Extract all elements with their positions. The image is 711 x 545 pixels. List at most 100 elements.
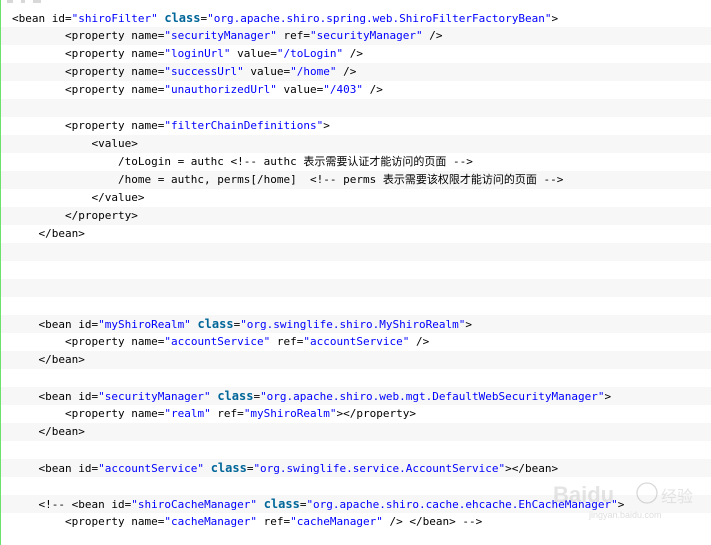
code-line: <property name="loginUrl" value="/toLogi… bbox=[1, 45, 711, 63]
code-string: "accountService" bbox=[98, 462, 205, 475]
code-keyword: class bbox=[210, 461, 247, 475]
code-text: ref= bbox=[270, 335, 304, 348]
baidu-jingyan-watermark: Baidu 经验 jingyan.baidu.com bbox=[553, 482, 693, 520]
code-text: <property name= bbox=[12, 83, 165, 96]
code-keyword: class bbox=[197, 317, 234, 331]
code-string: "org.apache.shiro.spring.web.ShiroFilter… bbox=[207, 12, 552, 25]
code-text: ref= bbox=[276, 29, 311, 42]
code-text: > bbox=[551, 12, 559, 25]
code-comment-text: 表示需要认证才能访问的页面 bbox=[303, 155, 447, 168]
code-string: "realm" bbox=[164, 407, 211, 420]
code-line: /home = authc, perms[/home] <!-- perms 表… bbox=[1, 171, 711, 189]
code-text: > bbox=[604, 390, 612, 403]
code-line: <property name="successUrl" value="/home… bbox=[1, 63, 711, 81]
code-string: "accountService" bbox=[164, 335, 271, 348]
code-string: "shiroCacheManager" bbox=[131, 498, 258, 511]
code-keyword: class bbox=[217, 389, 254, 403]
watermark-subtext: jingyan.baidu.com bbox=[588, 510, 662, 520]
code-text: /toLogin = authc <!-- authc bbox=[12, 155, 304, 168]
code-text: <value> bbox=[12, 137, 138, 150]
code-text: value= bbox=[230, 47, 277, 60]
code-text: /home = authc, perms[/home] <!-- perms bbox=[12, 173, 383, 186]
code-line: </value> bbox=[1, 189, 711, 207]
code-string: "filterChainDefinitions" bbox=[164, 119, 324, 132]
code-string: "/home" bbox=[290, 65, 337, 78]
code-text: /> bbox=[336, 65, 357, 78]
code-string: "cacheManager" bbox=[164, 515, 258, 528]
code-text: ref= bbox=[257, 515, 291, 528]
code-line bbox=[1, 243, 711, 261]
code-string: "securityManager" bbox=[310, 29, 423, 42]
watermark-baidu-text: Baidu bbox=[553, 482, 614, 507]
code-text: </bean> bbox=[12, 353, 85, 366]
code-text: <property name= bbox=[12, 65, 165, 78]
code-text: </bean> bbox=[12, 425, 85, 438]
code-line: <value> bbox=[1, 135, 711, 153]
code-text: value= bbox=[243, 65, 291, 78]
code-line: <property name="unauthorizedUrl" value="… bbox=[1, 81, 711, 99]
code-keyword: class bbox=[263, 497, 300, 511]
code-text: <bean id= bbox=[12, 390, 99, 403]
code-text: <bean id= bbox=[12, 318, 99, 331]
top-scroll-hint bbox=[1, 0, 711, 4]
code-text: /> bbox=[343, 47, 364, 60]
code-line: <property name="accountService" ref="acc… bbox=[1, 333, 711, 351]
code-text: /> </bean> --> bbox=[382, 515, 483, 528]
code-comment-text: 表示需要该权限才能访问的页面 bbox=[382, 173, 537, 186]
code-line: </property> bbox=[1, 207, 711, 225]
code-line: <bean id="myShiroRealm" class="org.swing… bbox=[1, 315, 711, 333]
code-line: </bean> bbox=[1, 423, 711, 441]
code-string: "myShiroRealm" bbox=[243, 407, 337, 420]
code-text: <!-- <bean id= bbox=[12, 498, 132, 511]
code-string: "myShiroRealm" bbox=[98, 318, 191, 331]
code-text: <property name= bbox=[12, 47, 165, 60]
code-text: </bean> bbox=[12, 227, 85, 240]
code-text: > bbox=[465, 318, 472, 331]
code-line bbox=[1, 99, 711, 117]
code-string: "loginUrl" bbox=[164, 47, 231, 60]
code-text: <bean id= bbox=[12, 12, 72, 25]
code-text: </value> bbox=[12, 191, 145, 204]
code-text: /> bbox=[409, 335, 430, 348]
code-line: <property name="filterChainDefinitions"> bbox=[1, 117, 711, 135]
code-string: "unauthorizedUrl" bbox=[164, 83, 277, 96]
svg-text:经验: 经验 bbox=[661, 487, 693, 506]
code-line: </bean> bbox=[1, 225, 711, 243]
code-line: </bean> bbox=[1, 351, 711, 369]
code-text: <property name= bbox=[12, 335, 165, 348]
code-text: --> bbox=[536, 173, 564, 186]
code-text: ></property> bbox=[336, 407, 417, 420]
code-text: <property name= bbox=[12, 119, 165, 132]
code-text: > bbox=[323, 119, 330, 132]
code-text: /> bbox=[422, 29, 443, 42]
code-line: /toLogin = authc <!-- authc 表示需要认证才能访问的页… bbox=[1, 153, 711, 171]
code-text: <property name= bbox=[12, 515, 165, 528]
paw-icon bbox=[636, 482, 658, 504]
code-line: <property name="securityManager" ref="se… bbox=[1, 27, 711, 45]
code-text: </property> bbox=[12, 209, 138, 222]
code-text: <property name= bbox=[12, 29, 165, 42]
code-text: ></bean> bbox=[505, 462, 559, 475]
code-text: --> bbox=[446, 155, 473, 168]
code-line: <bean id="accountService" class="org.swi… bbox=[1, 459, 711, 477]
code-viewer: <bean id="shiroFilter" class="org.apache… bbox=[0, 0, 711, 545]
code-string: "successUrl" bbox=[164, 65, 244, 78]
code-string: "securityManager" bbox=[98, 390, 211, 403]
code-string: "shiroFilter" bbox=[71, 12, 158, 25]
code-string: "securityManager" bbox=[164, 29, 277, 42]
code-text: value= bbox=[276, 83, 324, 96]
code-string: "/403" bbox=[323, 83, 364, 96]
code-string: "org.swinglife.shiro.MyShiroRealm" bbox=[240, 318, 466, 331]
code-line bbox=[1, 279, 711, 297]
code-string: "org.swinglife.service.AccountService" bbox=[253, 462, 506, 475]
code-line: <bean id="shiroFilter" class="org.apache… bbox=[1, 9, 711, 27]
code-line: <property name="realm" ref="myShiroRealm… bbox=[1, 405, 711, 423]
code-line: <bean id="securityManager" class="org.ap… bbox=[1, 387, 711, 405]
code-string: "org.apache.shiro.web.mgt.DefaultWebSecu… bbox=[260, 390, 605, 403]
